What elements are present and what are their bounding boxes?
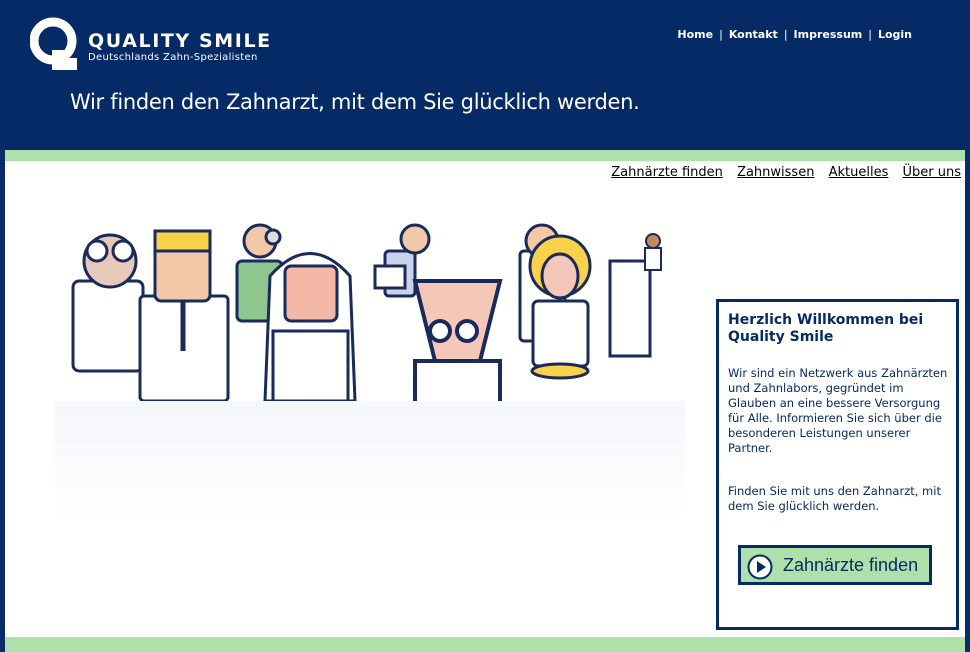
sub-navigation: Zahnärzte finden Zahnwissen Aktuelles Üb… [601,165,961,180]
welcome-title: Herzlich Willkommen bei Quality Smile [728,312,924,345]
figure-bald-professor [412,279,503,413]
tagline: Wir finden den Zahnarzt, mit dem Sie glü… [70,90,640,114]
figure-blonde-woman [528,234,592,380]
dentist-characters-illustration [55,223,685,521]
topnav-separator: | [868,28,872,41]
brand-subtitle: Deutschlands Zahn-Spezialisten [88,52,258,63]
subnav-zahnwissen[interactable]: Zahnwissen [737,165,814,180]
play-icon [747,554,773,580]
topnav-kontakt[interactable]: Kontakt [729,28,778,41]
topnav-home[interactable]: Home [677,28,713,41]
topnav-login[interactable]: Login [878,28,912,41]
header: QUALITY SMILE Deutschlands Zahn-Speziali… [0,0,970,150]
topnav-separator: | [783,28,788,41]
welcome-paragraph-1: Wir sind ein Netzwerk aus Zahnärzten und… [728,366,948,455]
figure-teddy-bear [644,233,662,271]
brand-name: QUALITY SMILE [88,30,272,52]
find-dentist-button-inner: Zahnärzte finden [741,548,929,582]
subnav-ueber-uns[interactable]: Über uns [903,165,962,180]
subnav-zahnaerzte-finden[interactable]: Zahnärzte finden [611,165,723,180]
topnav-impressum[interactable]: Impressum [794,28,863,41]
logo[interactable]: QUALITY SMILE Deutschlands Zahn-Speziali… [30,16,270,74]
top-navigation: Home | Kontakt | Impressum | Login [677,28,912,41]
figure-old-dentist [71,233,145,373]
welcome-paragraph-2: Finden Sie mit uns den Zahnarzt, mit dem… [728,484,941,513]
find-dentist-button[interactable]: Zahnärzte finden [738,545,932,585]
topnav-separator: | [719,28,723,41]
main-content: Zahnärzte finden Zahnwissen Aktuelles Üb… [5,161,965,637]
green-divider-bottom [5,637,965,652]
subnav-aktuelles[interactable]: Aktuelles [829,165,889,180]
figure-blonde-man [138,229,230,403]
figure-nun [263,252,357,403]
welcome-card: Herzlich Willkommen bei Quality Smile Wi… [716,299,959,630]
find-dentist-button-label: Zahnärzte finden [783,555,919,575]
logo-q-icon [30,17,77,70]
